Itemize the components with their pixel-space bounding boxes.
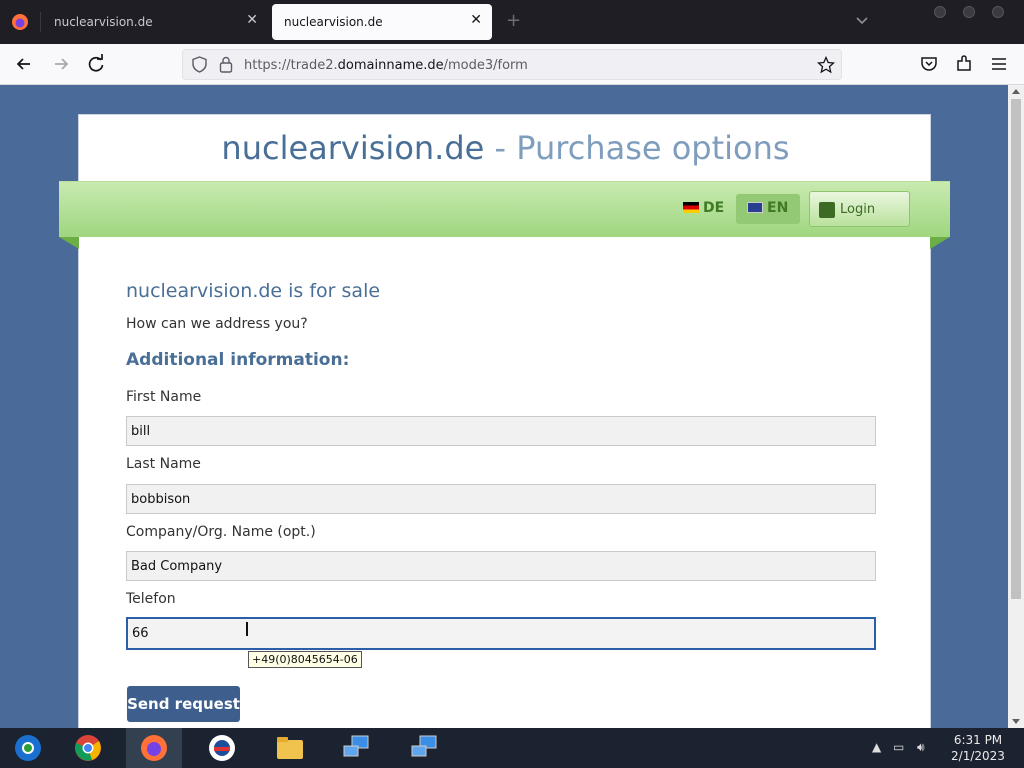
language-de-label: DE [703,200,725,216]
system-clock[interactable]: 6:31 PM 2/1/2023 [948,732,1008,764]
url-text[interactable]: https://trade2.domainname.de/mode3/form [244,58,528,73]
page-title: nuclearvision.de - Purchase options [79,129,932,167]
scrollbar[interactable] [1008,85,1024,728]
back-icon[interactable] [13,53,35,75]
german-flag-icon [683,202,699,213]
url-prefix: https://trade2. [244,58,338,73]
start-button[interactable] [0,728,56,768]
volume-icon[interactable]: 🔊︎ [917,740,925,755]
form-section-title: Additional information: [126,350,350,370]
start-icon [15,735,41,761]
ribbon-fold-left [59,237,79,249]
maximize-icon[interactable] [963,6,975,18]
login-button[interactable]: Login [809,191,910,227]
bookmark-star-icon[interactable] [817,56,835,74]
close-window-icon[interactable] [992,6,1004,18]
tray-expand-icon[interactable]: ▲ [872,740,881,754]
phone-field[interactable]: 66 [126,617,876,650]
firefox-taskbar-icon [141,735,167,761]
tab-title: nuclearvision.de [54,15,153,29]
taskbar-network-app-1[interactable] [328,728,384,768]
minimize-icon[interactable] [934,6,946,18]
language-en-label: EN [767,200,789,216]
taskbar: ▲ ▭ 🔊︎ 6:31 PM 2/1/2023 [0,728,1024,768]
lock-icon[interactable] [219,56,233,73]
close-icon[interactable]: ✕ [470,12,482,28]
page-content: nuclearvision.de - Purchase options DE E… [0,85,1008,728]
network-computer-icon [411,735,437,757]
company-label: Company/Org. Name (opt.) [126,524,316,540]
network-icon[interactable]: ▭ [893,740,904,754]
text-cursor-icon [246,622,252,636]
form-heading: nuclearvision.de is for sale [126,280,381,302]
uk-flag-icon [747,202,763,213]
app-o-icon [209,735,235,761]
new-tab-icon[interactable]: + [506,10,521,31]
scroll-up-icon[interactable] [1012,89,1020,94]
close-icon[interactable]: ✕ [246,12,258,28]
tab-separator [40,12,41,32]
scroll-thumb[interactable] [1011,99,1021,599]
taskbar-network-app-2[interactable] [396,728,452,768]
forward-icon[interactable] [50,53,72,75]
last-name-field[interactable]: bobbison [126,484,876,514]
form-subheading: How can we address you? [126,316,308,332]
url-domain: domainname.de [337,58,444,73]
title-main: nuclearvision.de [221,129,485,167]
first-name-label: First Name [126,389,202,405]
extensions-icon[interactable] [953,53,975,75]
clock-date: 2/1/2023 [951,749,1005,763]
first-name-field[interactable]: bill [126,416,876,446]
address-bar[interactable]: https://trade2.domainname.de/mode3/form [182,49,842,80]
chevron-down-icon[interactable] [854,12,870,28]
chrome-icon [75,735,101,761]
language-bar: DE EN Login [59,181,950,237]
phone-label: Telefon [126,591,176,607]
scroll-down-icon[interactable] [1012,719,1020,724]
browser-tab-strip: nuclearvision.de ✕ nuclearvision.de ✕ + [0,0,1024,44]
folder-icon [277,737,303,759]
language-en-button[interactable]: EN [736,194,800,224]
user-icon [819,202,835,218]
title-separator: - [484,129,517,167]
network-computer-icon [343,735,369,757]
url-path: /mode3/form [443,58,528,73]
tab-title: nuclearvision.de [284,15,383,29]
taskbar-chrome[interactable] [60,728,116,768]
navigation-bar: https://trade2.domainname.de/mode3/form [0,44,1024,85]
reload-icon[interactable] [85,53,107,75]
ribbon-fold-right [930,237,950,249]
pocket-icon[interactable] [918,53,940,75]
shield-icon[interactable] [191,56,208,73]
send-request-button[interactable]: Send request [127,686,240,722]
last-name-label: Last Name [126,456,201,472]
taskbar-app-o[interactable] [194,728,250,768]
clock-time: 6:31 PM [953,733,1003,747]
tab-active[interactable]: nuclearvision.de ✕ [272,4,492,40]
company-field[interactable]: Bad Company [126,551,876,581]
tab-inactive[interactable]: nuclearvision.de ✕ [42,4,268,40]
login-label: Login [840,202,876,217]
menu-icon[interactable] [988,53,1010,75]
phone-tooltip: +49(0)8045654-06 [248,651,362,668]
title-accent: Purchase options [516,129,790,167]
language-de-button[interactable]: DE [683,194,724,224]
firefox-icon[interactable] [10,12,30,32]
taskbar-firefox[interactable] [126,728,182,768]
taskbar-file-explorer[interactable] [262,728,318,768]
